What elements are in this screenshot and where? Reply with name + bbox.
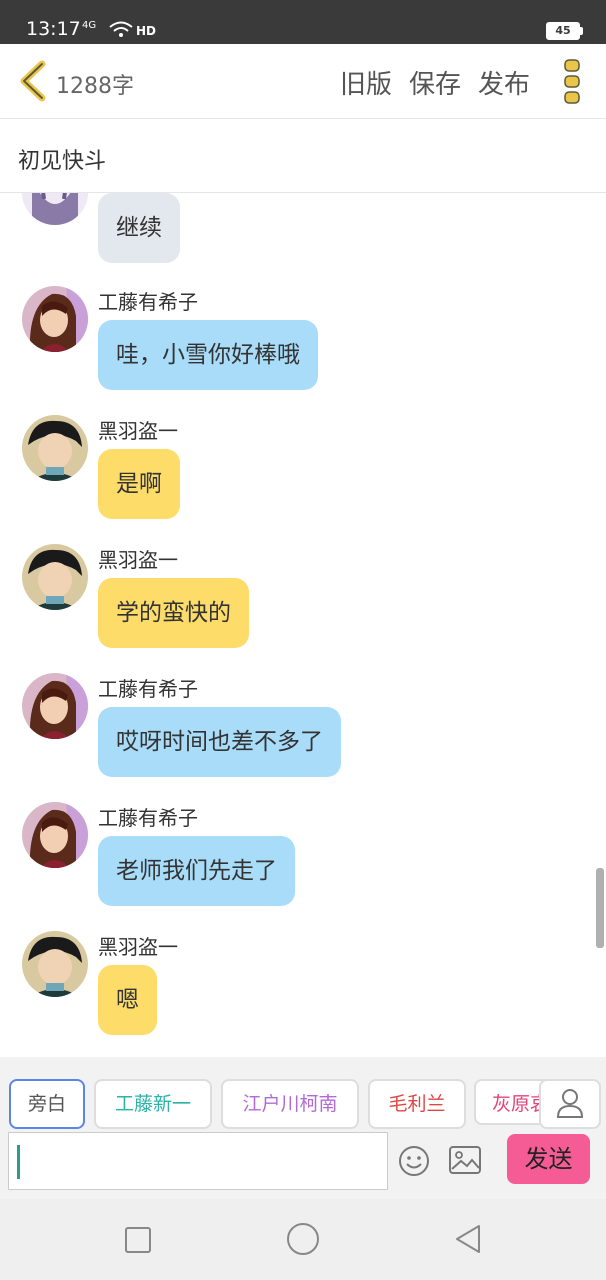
more-menu-icon[interactable] bbox=[562, 58, 582, 106]
message-bubble[interactable]: 老师我们先走了 bbox=[98, 836, 295, 906]
chat-scrollbar[interactable] bbox=[596, 868, 604, 948]
person-icon bbox=[556, 1089, 584, 1118]
word-count: 1288字 bbox=[56, 74, 134, 99]
message-bubble[interactable]: 哇，小雪你好棒哦 bbox=[98, 320, 318, 390]
recent-apps-icon[interactable] bbox=[125, 1227, 151, 1253]
character-chip-label: 工藤新一 bbox=[114, 1093, 191, 1115]
story-title-bar[interactable]: 初见快斗 bbox=[0, 119, 606, 193]
system-nav-bar bbox=[0, 1199, 606, 1280]
speaker-name: 工藤有希子 bbox=[98, 677, 198, 701]
nav-back-icon[interactable] bbox=[453, 1223, 483, 1255]
home-icon[interactable] bbox=[287, 1223, 319, 1255]
editor-toolbar: 1288字 旧版 保存 发布 bbox=[0, 44, 606, 119]
toichi-avatar[interactable] bbox=[22, 415, 88, 481]
text-caret bbox=[17, 1145, 20, 1179]
battery-icon: 45 bbox=[546, 22, 583, 40]
speaker-name: 工藤有希子 bbox=[98, 806, 198, 830]
message-input[interactable] bbox=[8, 1132, 388, 1190]
composer-panel: 旁白 工藤新一 江户川柯南 毛利兰 灰原哀 发送 bbox=[0, 1057, 606, 1199]
character-chip-ran[interactable]: 毛利兰 bbox=[368, 1079, 466, 1129]
speaker-name: 黑羽盗一 bbox=[98, 419, 178, 443]
send-button[interactable]: 发送 bbox=[507, 1134, 590, 1184]
yukiko-avatar[interactable] bbox=[22, 286, 88, 352]
wifi-icon bbox=[109, 21, 133, 37]
chat-area[interactable]: 继续 工藤有希子 哇，小雪你好棒哦 黑羽盗一 是啊 黑羽盗一 学的蛮快的 工藤有… bbox=[0, 193, 606, 1057]
status-bar: 13:17 4G HD 45 bbox=[0, 0, 606, 44]
message-bubble[interactable]: 学的蛮快的 bbox=[98, 578, 249, 648]
toichi-avatar[interactable] bbox=[22, 544, 88, 610]
hd-icon: HD bbox=[136, 24, 157, 38]
character-chip-narrator[interactable]: 旁白 bbox=[9, 1079, 85, 1129]
message-bubble[interactable]: 哎呀时间也差不多了 bbox=[98, 707, 341, 777]
image-icon[interactable] bbox=[448, 1145, 482, 1175]
speaker-name: 工藤有希子 bbox=[98, 290, 198, 314]
add-character-button[interactable] bbox=[539, 1079, 601, 1129]
speaker-name: 黑羽盗一 bbox=[98, 935, 178, 959]
character-chip-label: 江户川柯南 bbox=[242, 1093, 338, 1115]
back-chevron-icon[interactable] bbox=[18, 60, 48, 102]
old-version-button[interactable]: 旧版 bbox=[340, 64, 392, 101]
status-time: 13:17 bbox=[26, 18, 81, 40]
signal-icon: 4G bbox=[82, 20, 97, 31]
toichi-avatar[interactable] bbox=[22, 931, 88, 997]
speaker-name: 黑羽盗一 bbox=[98, 548, 178, 572]
message-bubble[interactable]: 嗯 bbox=[98, 965, 157, 1035]
character-chip-label: 毛利兰 bbox=[388, 1093, 446, 1115]
character-chip-conan[interactable]: 江户川柯南 bbox=[221, 1079, 359, 1129]
girl-avatar[interactable] bbox=[22, 193, 88, 225]
character-chip-label: 旁白 bbox=[27, 1093, 66, 1115]
story-title: 初见快斗 bbox=[18, 149, 107, 174]
save-button[interactable]: 保存 bbox=[409, 64, 461, 101]
message-bubble[interactable]: 继续 bbox=[98, 193, 180, 263]
publish-button[interactable]: 发布 bbox=[478, 64, 530, 101]
character-chip-shinichi[interactable]: 工藤新一 bbox=[94, 1079, 212, 1129]
message-bubble[interactable]: 是啊 bbox=[98, 449, 180, 519]
emoji-icon[interactable] bbox=[398, 1145, 430, 1177]
yukiko-avatar[interactable] bbox=[22, 802, 88, 868]
yukiko-avatar[interactable] bbox=[22, 673, 88, 739]
